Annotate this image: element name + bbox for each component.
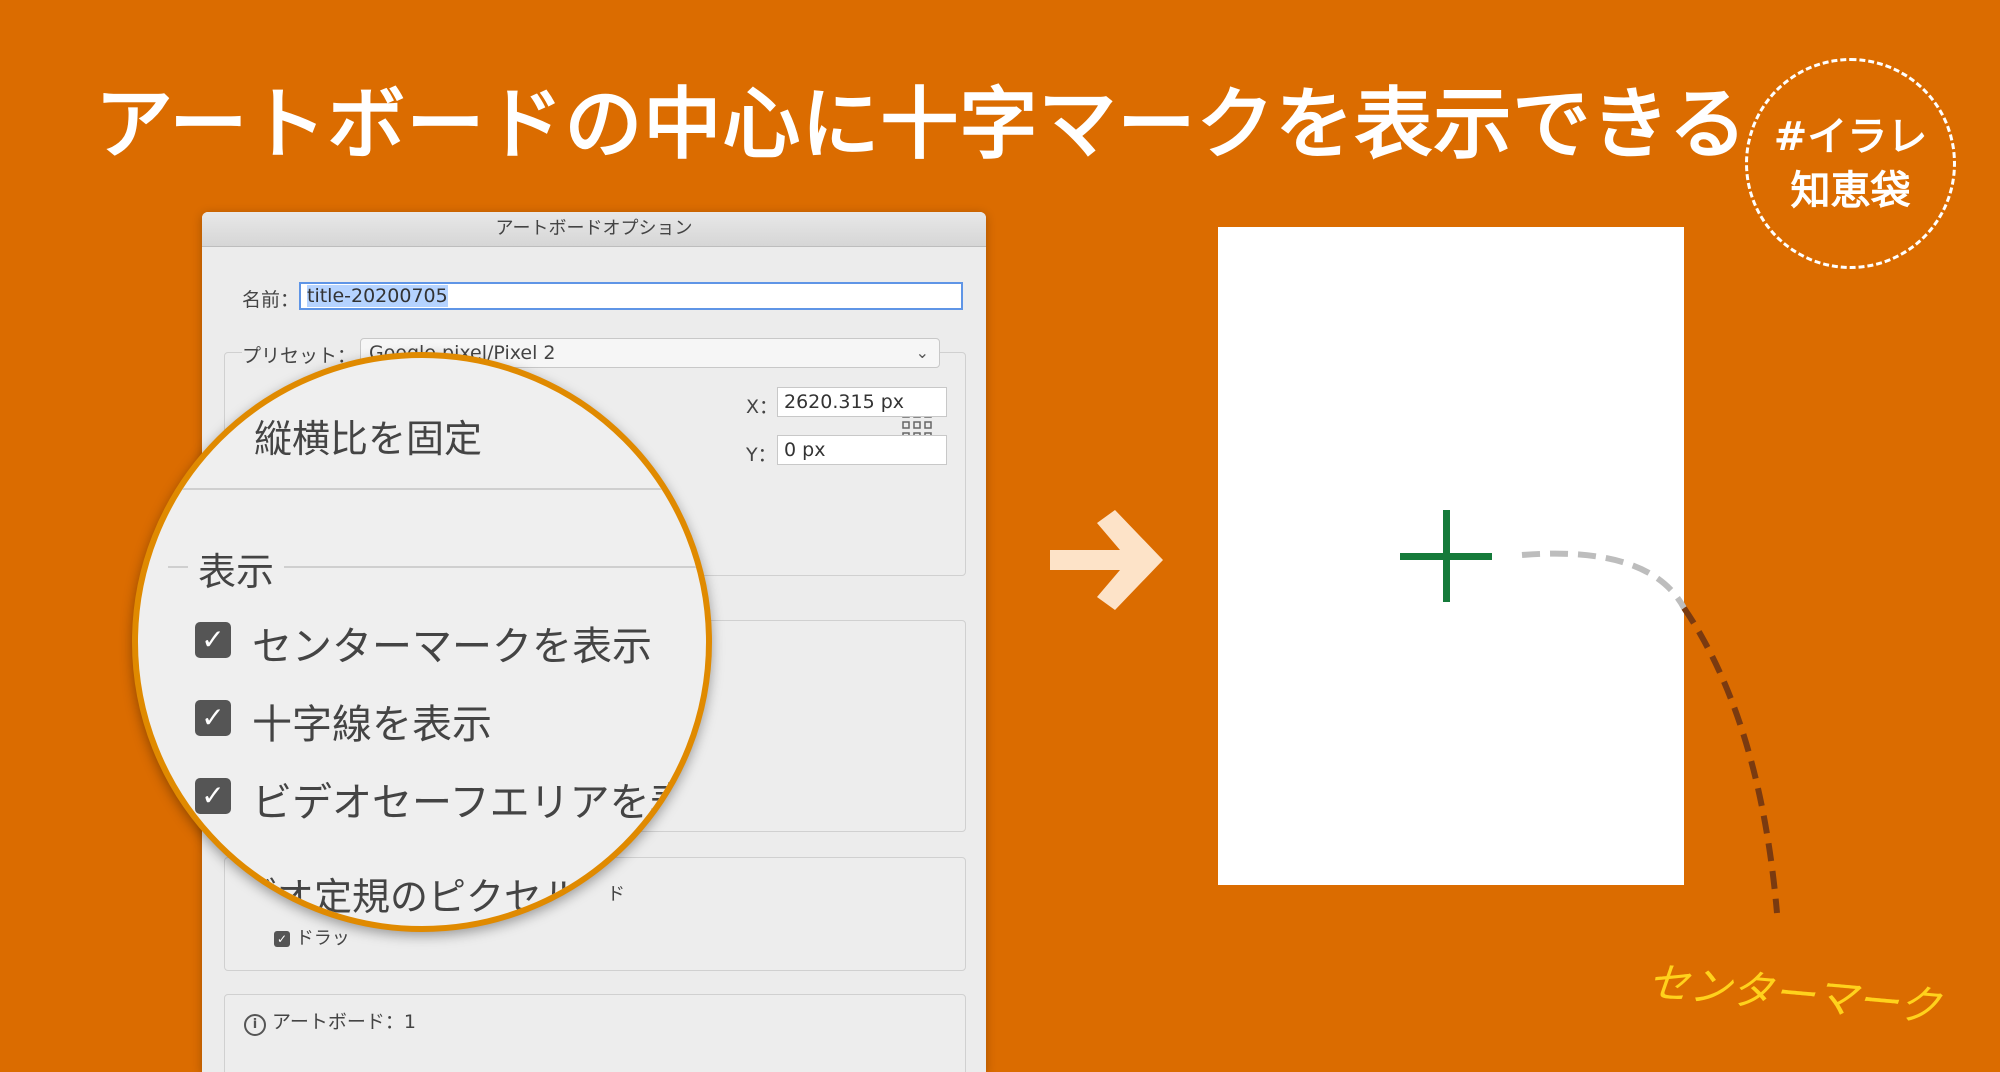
callout-leader-line <box>1521 550 1780 914</box>
